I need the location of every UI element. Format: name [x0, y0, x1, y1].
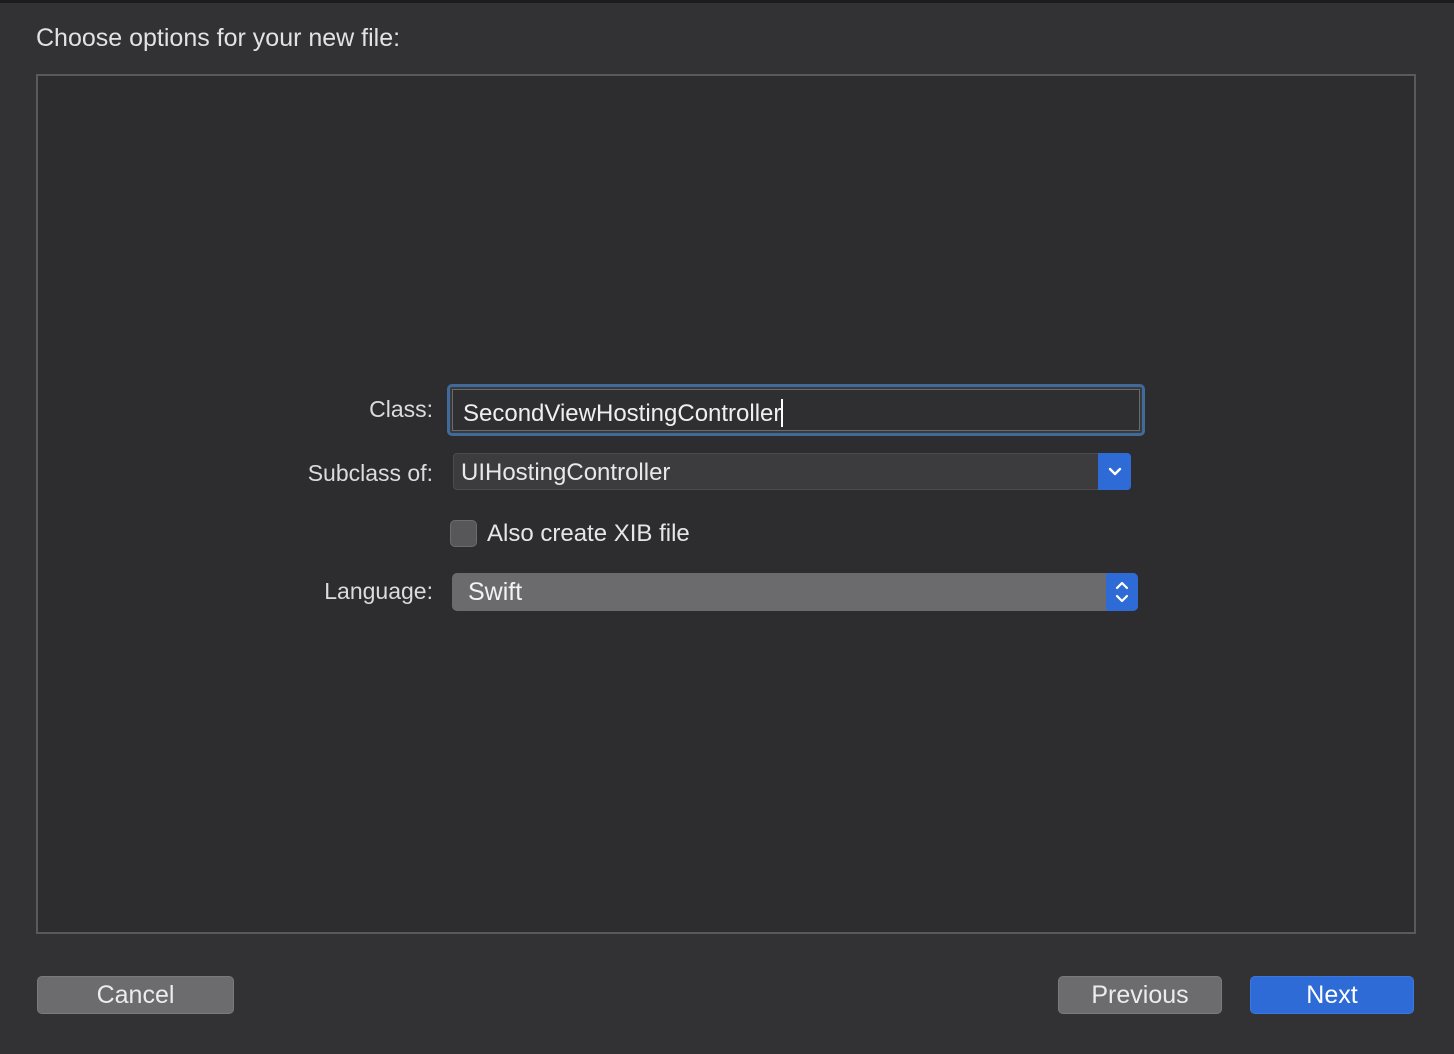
text-cursor: [781, 399, 784, 427]
subclass-combo-box[interactable]: UIHostingController: [453, 453, 1131, 490]
cancel-button[interactable]: Cancel: [37, 976, 234, 1014]
previous-button[interactable]: Previous: [1058, 976, 1222, 1014]
subclass-dropdown-button[interactable]: [1098, 453, 1131, 490]
class-value-text: SecondViewHostingController: [463, 400, 782, 427]
subclass-value[interactable]: UIHostingController: [461, 459, 670, 487]
options-panel: [36, 74, 1416, 934]
xib-checkbox-label[interactable]: Also create XIB file: [487, 520, 690, 548]
up-down-chevron-icon: [1115, 581, 1129, 603]
subclass-label: Subclass of:: [307, 460, 433, 486]
class-field-value: SecondViewHostingController: [463, 399, 784, 428]
class-name-field[interactable]: SecondViewHostingController: [447, 384, 1145, 436]
window-top-edge: [0, 0, 1454, 3]
language-popup-button[interactable]: Swift: [452, 573, 1138, 611]
xib-checkbox[interactable]: [450, 520, 477, 547]
language-popup-arrows[interactable]: [1106, 573, 1138, 611]
class-label: Class:: [369, 396, 433, 422]
class-field-inner: SecondViewHostingController: [452, 389, 1140, 431]
next-button[interactable]: Next: [1250, 976, 1414, 1014]
chevron-down-icon: [1108, 467, 1121, 475]
dialog-heading: Choose options for your new file:: [36, 24, 401, 52]
language-value: Swift: [468, 578, 523, 606]
language-label: Language:: [324, 578, 433, 604]
